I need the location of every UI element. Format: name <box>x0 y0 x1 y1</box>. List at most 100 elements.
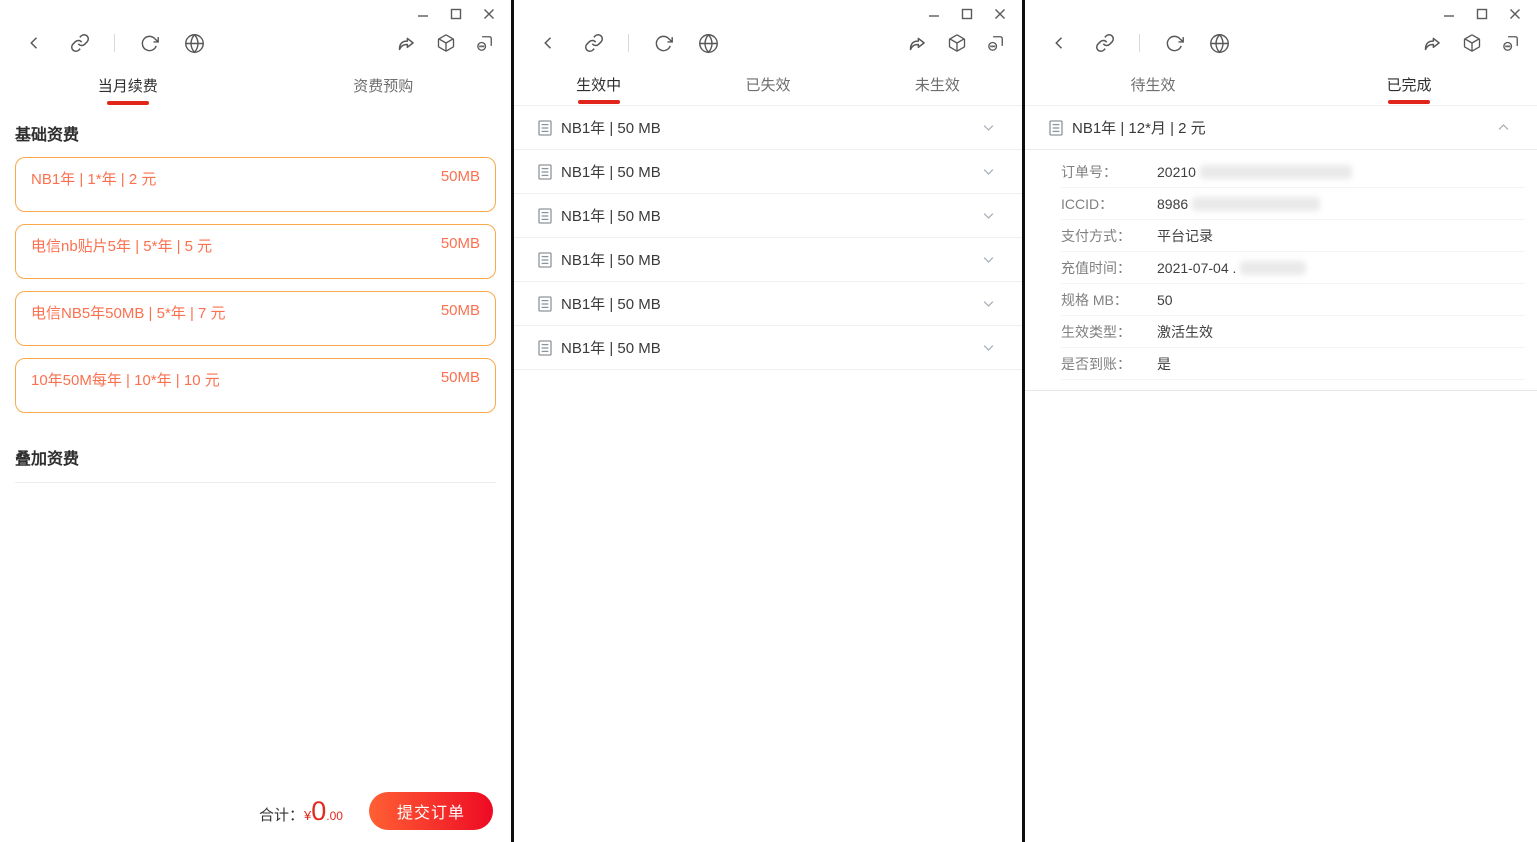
package-label: NB1年 | 50 MB <box>561 120 661 137</box>
package-row[interactable]: NB1年 | 50 MB <box>514 194 1022 238</box>
total-label: 合计： <box>259 806 305 824</box>
back-icon[interactable] <box>24 33 45 54</box>
detail-label: ICCID： <box>1061 195 1114 212</box>
multiwindow-icon[interactable] <box>985 33 1006 54</box>
tabs-renew: 当月续费 资费预购 <box>0 64 511 106</box>
plan-size: 50MB <box>440 369 480 386</box>
total-amount-decimal: .00 <box>326 808 343 823</box>
back-icon[interactable] <box>538 33 559 54</box>
tab-pending-effect[interactable]: 待生效 <box>1025 64 1281 105</box>
plan-size: 50MB <box>440 168 480 185</box>
detail-row-spec-mb: 规格 MB： 50 <box>1061 284 1525 316</box>
tab-completed[interactable]: 已完成 <box>1281 64 1537 105</box>
maximize-button[interactable] <box>1475 8 1488 21</box>
document-icon <box>538 251 552 268</box>
submit-order-button[interactable]: 提交订单 <box>368 792 493 830</box>
package-row[interactable]: NB1年 | 50 MB <box>514 150 1022 194</box>
plan-name: 电信NB5年50MB | 5*年 | 7 元 <box>31 305 226 322</box>
maximize-button[interactable] <box>449 8 462 21</box>
checkout-bar: 合计： ¥ 0 .00 提交订单 <box>0 786 511 836</box>
tab-current-month-renew[interactable]: 当月续费 <box>0 64 256 106</box>
plan-card[interactable]: 电信NB5年50MB | 5*年 | 7 元 50MB <box>15 291 496 346</box>
share-icon[interactable] <box>907 33 928 54</box>
toolbar <box>1025 22 1537 64</box>
refresh-icon[interactable] <box>1164 33 1185 54</box>
titlebar <box>1025 0 1537 22</box>
tab-in-effect[interactable]: 生效中 <box>514 64 683 105</box>
chevron-down-icon[interactable] <box>981 208 996 223</box>
multiwindow-icon[interactable] <box>474 33 495 54</box>
redacted-text <box>1240 260 1307 275</box>
total-amount: 0 <box>311 795 327 826</box>
link-icon[interactable] <box>1094 33 1115 54</box>
maximize-button[interactable] <box>960 8 973 21</box>
package-label: NB1年 | 50 MB <box>561 208 661 225</box>
share-icon[interactable] <box>1422 33 1443 54</box>
window-active-packages: 生效中 已失效 未生效 NB1年 | 50 MB NB1年 | 50 MB NB… <box>514 0 1025 842</box>
detail-row-recharge-time: 充值时间： 2021-07-04 . <box>1061 252 1525 284</box>
plan-card[interactable]: 10年50M每年 | 10*年 | 10 元 50MB <box>15 358 496 413</box>
package-row[interactable]: NB1年 | 50 MB <box>514 238 1022 282</box>
detail-value: 2021-07-04 . <box>1157 259 1237 276</box>
package-icon[interactable] <box>1461 33 1482 54</box>
plan-card[interactable]: NB1年 | 1*年 | 2 元 50MB <box>15 157 496 212</box>
minimize-button[interactable] <box>927 8 940 21</box>
refresh-icon[interactable] <box>653 33 674 54</box>
toolbar-divider <box>1139 34 1140 52</box>
package-label: NB1年 | 50 MB <box>561 164 661 181</box>
tab-not-effective[interactable]: 未生效 <box>853 64 1022 105</box>
plan-name: 电信nb贴片5年 | 5*年 | 5 元 <box>31 238 213 255</box>
detail-row-effect-type: 生效类型： 激活生效 <box>1061 316 1525 348</box>
window-renew: 当月续费 资费预购 基础资费 NB1年 | 1*年 | 2 元 50MB 电信n… <box>0 0 514 842</box>
minimize-button[interactable] <box>416 8 429 21</box>
chevron-down-icon[interactable] <box>981 296 996 311</box>
close-button[interactable] <box>482 8 495 21</box>
minimize-button[interactable] <box>1442 8 1455 21</box>
chevron-down-icon[interactable] <box>981 252 996 267</box>
detail-row-order-number: 订单号： 20210 <box>1061 156 1525 188</box>
tab-fee-prepurchase[interactable]: 资费预购 <box>256 64 512 106</box>
document-icon <box>538 163 552 180</box>
chevron-down-icon[interactable] <box>981 120 996 135</box>
package-row[interactable]: NB1年 | 50 MB <box>514 282 1022 326</box>
basic-fee-section-title: 基础资费 <box>15 127 80 144</box>
detail-value: 50 <box>1157 291 1173 308</box>
package-row[interactable]: NB1年 | 50 MB <box>514 106 1022 150</box>
window-order-detail: 待生效 已完成 NB1年 | 12*月 | 2 元 订单号： 20210 ICC… <box>1025 0 1537 842</box>
link-icon[interactable] <box>69 33 90 54</box>
detail-label: 订单号： <box>1061 163 1117 180</box>
back-icon[interactable] <box>1049 33 1070 54</box>
chevron-down-icon[interactable] <box>981 340 996 355</box>
share-icon[interactable] <box>396 33 417 54</box>
detail-value: 是 <box>1157 355 1171 372</box>
globe-icon[interactable] <box>698 33 719 54</box>
tab-expired[interactable]: 已失效 <box>683 64 852 105</box>
plan-size: 50MB <box>440 235 480 252</box>
devtools-desktop: 当月续费 资费预购 基础资费 NB1年 | 1*年 | 2 元 50MB 电信n… <box>0 0 1537 842</box>
document-icon <box>1049 119 1063 136</box>
globe-icon[interactable] <box>1209 33 1230 54</box>
detail-label: 充值时间： <box>1061 259 1131 276</box>
package-row[interactable]: NB1年 | 50 MB <box>514 326 1022 370</box>
order-header-row[interactable]: NB1年 | 12*月 | 2 元 <box>1025 106 1537 150</box>
detail-label: 规格 MB： <box>1061 291 1128 308</box>
globe-icon[interactable] <box>184 33 205 54</box>
toolbar-divider <box>628 34 629 52</box>
chevron-up-icon[interactable] <box>1496 120 1511 135</box>
close-button[interactable] <box>1508 8 1521 21</box>
package-label: NB1年 | 50 MB <box>561 252 661 269</box>
currency-symbol: ¥ <box>304 807 312 823</box>
close-button[interactable] <box>993 8 1006 21</box>
plan-card[interactable]: 电信nb贴片5年 | 5*年 | 5 元 50MB <box>15 224 496 279</box>
chevron-down-icon[interactable] <box>981 164 996 179</box>
refresh-icon[interactable] <box>139 33 160 54</box>
detail-value: 激活生效 <box>1157 323 1213 340</box>
detail-label: 支付方式： <box>1061 227 1131 244</box>
package-label: NB1年 | 50 MB <box>561 340 661 357</box>
package-icon[interactable] <box>435 33 456 54</box>
link-icon[interactable] <box>583 33 604 54</box>
multiwindow-icon[interactable] <box>1500 33 1521 54</box>
detail-label: 生效类型： <box>1061 323 1131 340</box>
total: 合计： ¥ 0 .00 <box>259 795 343 826</box>
package-icon[interactable] <box>946 33 967 54</box>
